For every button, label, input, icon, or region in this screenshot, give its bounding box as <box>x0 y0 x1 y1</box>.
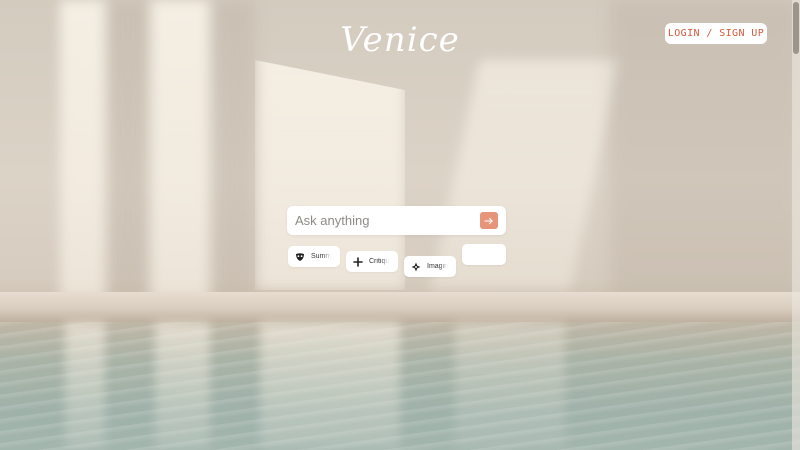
sunlight-patch <box>150 0 210 300</box>
suggestion-chip-critique[interactable]: Critiqu <box>346 251 398 272</box>
suggestion-chip-imagine[interactable]: Imagin <box>404 256 456 277</box>
sunlight-patch <box>430 60 620 290</box>
page-scrollbar[interactable] <box>792 0 800 450</box>
suggestion-chip-summarize[interactable]: Summ <box>288 246 340 267</box>
suggestion-label: Summ <box>311 253 332 260</box>
send-button[interactable] <box>480 212 498 229</box>
venice-logo[interactable]: Venice <box>340 20 460 64</box>
mask-icon <box>294 251 306 263</box>
scrollbar-thumb[interactable] <box>793 2 799 54</box>
arrow-right-icon <box>484 217 494 224</box>
plus-icon <box>352 256 364 268</box>
suggestion-chip-empty[interactable] <box>462 244 506 265</box>
water-reflection <box>155 322 210 450</box>
shadow-patch <box>610 0 800 300</box>
shadow-patch <box>215 0 255 300</box>
sunlight-patch <box>60 0 106 300</box>
search-box <box>287 206 506 235</box>
shadow-patch <box>110 0 146 300</box>
water-reflection <box>260 322 400 450</box>
login-signup-button[interactable]: LOGIN / SIGN UP <box>665 23 767 44</box>
pool-water <box>0 322 800 450</box>
sparkle-icon <box>410 261 422 273</box>
ask-input[interactable] <box>295 210 475 231</box>
suggestion-label: Imagin <box>427 263 449 270</box>
water-reflection <box>65 322 105 450</box>
pool-ledge <box>0 292 800 322</box>
water-reflection <box>455 322 565 450</box>
suggestion-label: Critiqu <box>369 258 390 265</box>
